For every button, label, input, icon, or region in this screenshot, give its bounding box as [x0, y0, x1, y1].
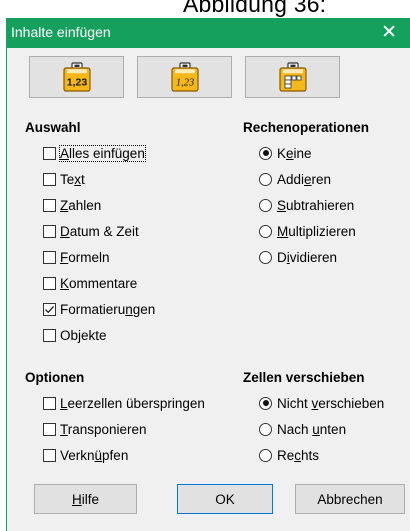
- checkbox-box[interactable]: [43, 146, 56, 160]
- checkbox-label: Leerzellen überspringen: [60, 395, 205, 411]
- optionen-leerzellen-überspringen-checkbox[interactable]: Leerzellen überspringen: [43, 394, 205, 412]
- checkbox-box[interactable]: [43, 276, 56, 290]
- rechen-dividieren-radio[interactable]: Dividieren: [259, 248, 337, 266]
- checkbox-box[interactable]: [43, 198, 56, 212]
- close-button[interactable]: ✕: [381, 21, 397, 44]
- radio-button[interactable]: [259, 250, 272, 264]
- radio-label: Multiplizieren: [277, 223, 356, 239]
- rechen-keine-radio[interactable]: Keine: [259, 144, 312, 162]
- paste-formats-only-button[interactable]: [245, 56, 340, 98]
- paste-values-formats-icon: 1,23: [170, 62, 199, 92]
- checkbox-label: Verknüpfen: [60, 447, 129, 463]
- checkbox-label: Text: [60, 171, 85, 187]
- radio-button[interactable]: [259, 448, 272, 462]
- radio-label: Rechts: [277, 447, 320, 463]
- help-button[interactable]: Hilfe: [34, 484, 137, 514]
- rechen-multiplizieren-radio[interactable]: Multiplizieren: [259, 222, 356, 240]
- auswahl-objekte-checkbox[interactable]: Objekte: [43, 326, 107, 344]
- radio-button[interactable]: [259, 396, 272, 410]
- zellen-rechts-radio[interactable]: Rechts: [259, 446, 319, 464]
- paste-special-dialog: Inhalte einfügen ✕ 1,23 1,23 Auswahl All…: [6, 18, 410, 531]
- checkbox-box[interactable]: [43, 448, 56, 462]
- cancel-button[interactable]: Abbrechen: [295, 484, 405, 514]
- paste-values-formats-button[interactable]: 1,23: [137, 56, 232, 98]
- checkbox-label: Transponieren: [60, 421, 147, 437]
- auswahl-formatierungen-checkbox[interactable]: Formatierungen: [43, 300, 155, 318]
- checkbox-box[interactable]: [43, 328, 56, 342]
- background-document-caption: Abbildung 36:: [183, 0, 327, 17]
- checkbox-label: Formeln: [60, 249, 110, 265]
- title-bar: Inhalte einfügen ✕: [7, 18, 410, 48]
- zellen-nach-unten-radio[interactable]: Nach unten: [259, 420, 346, 438]
- optionen-verknüpfen-checkbox[interactable]: Verknüpfen: [43, 446, 128, 464]
- paste-formats-only-icon: [278, 62, 307, 92]
- checkbox-box[interactable]: [43, 224, 56, 238]
- auswahl-text-checkbox[interactable]: Text: [43, 170, 85, 188]
- ok-button[interactable]: OK: [177, 484, 273, 514]
- radio-button[interactable]: [259, 224, 272, 238]
- radio-label: Addieren: [277, 171, 332, 187]
- auswahl-title: Auswahl: [25, 120, 81, 135]
- radio-label: Subtrahieren: [277, 197, 355, 213]
- optionen-transponieren-checkbox[interactable]: Transponieren: [43, 420, 147, 438]
- checkbox-label: Zahlen: [60, 197, 102, 213]
- auswahl-formeln-checkbox[interactable]: Formeln: [43, 248, 110, 266]
- radio-button[interactable]: [259, 172, 272, 186]
- radio-button[interactable]: [259, 198, 272, 212]
- paste-values-only-button[interactable]: 1,23: [29, 56, 124, 98]
- checkbox-label: Alles einfügen: [59, 144, 146, 162]
- radio-label: Nicht verschieben: [277, 395, 385, 411]
- paste-values-only-label: 1,23: [66, 77, 87, 89]
- paste-values-only-icon: 1,23: [62, 62, 91, 92]
- checkbox-label: Datum & Zeit: [60, 223, 139, 239]
- help-button-label: Hilfe: [71, 491, 99, 507]
- radio-button[interactable]: [259, 146, 272, 160]
- rechen-addieren-radio[interactable]: Addieren: [259, 170, 331, 188]
- checkbox-box[interactable]: [43, 422, 56, 436]
- rechenoperationen-title: Rechenoperationen: [243, 120, 370, 135]
- rechen-subtrahieren-radio[interactable]: Subtrahieren: [259, 196, 354, 214]
- radio-button[interactable]: [259, 422, 272, 436]
- zellen-nicht-verschieben-radio[interactable]: Nicht verschieben: [259, 394, 384, 412]
- checkbox-label: Kommentare: [60, 275, 138, 291]
- checkbox-box[interactable]: [43, 396, 56, 410]
- dialog-title: Inhalte einfügen: [11, 24, 111, 40]
- auswahl-alles-einfügen-checkbox[interactable]: Alles einfügen: [43, 144, 146, 162]
- checkbox-box[interactable]: [43, 172, 56, 186]
- paste-values-formats-label: 1,23: [175, 78, 193, 89]
- checkbox-label: Objekte: [60, 327, 107, 343]
- zellen-verschieben-title: Zellen verschieben: [243, 370, 365, 385]
- checkbox-box[interactable]: [43, 250, 56, 264]
- auswahl-kommentare-checkbox[interactable]: Kommentare: [43, 274, 137, 292]
- checkbox-label: Formatierungen: [60, 301, 156, 317]
- checkbox-box[interactable]: [43, 302, 56, 316]
- radio-label: Dividieren: [277, 249, 338, 265]
- radio-label: Nach unten: [277, 421, 347, 437]
- auswahl-zahlen-checkbox[interactable]: Zahlen: [43, 196, 101, 214]
- auswahl-datum-zeit-checkbox[interactable]: Datum & Zeit: [43, 222, 139, 240]
- radio-label: Keine: [277, 145, 312, 161]
- optionen-title: Optionen: [25, 370, 85, 385]
